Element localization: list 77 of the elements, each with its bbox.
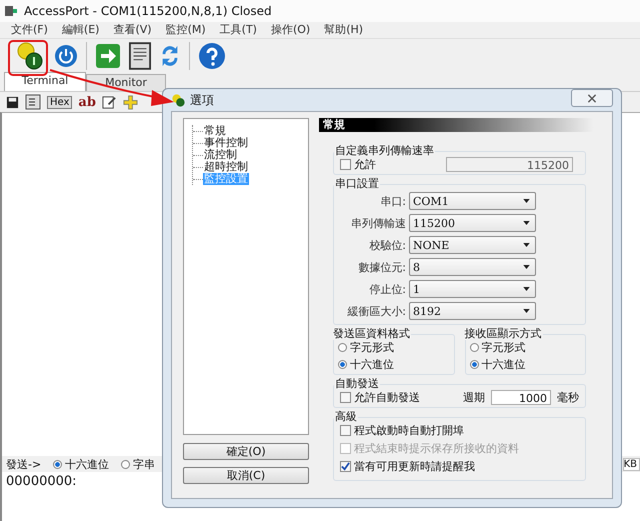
close-button[interactable] xyxy=(571,89,613,107)
ab-button[interactable]: ab xyxy=(78,94,96,110)
hex-button[interactable]: Hex xyxy=(47,96,72,108)
checkbox-option[interactable]: 允許 xyxy=(340,157,376,172)
dropdown-arrow-icon xyxy=(523,221,530,225)
radio-option[interactable]: 字元形式 xyxy=(338,340,448,355)
tree-line xyxy=(193,142,203,144)
tree-item[interactable]: 常規 xyxy=(203,125,227,137)
group-title: 自定義串列傳輸速率 xyxy=(334,145,435,157)
tree-line xyxy=(193,130,203,132)
checkbox-option[interactable]: 允許自動發送 xyxy=(340,390,420,405)
group-title: 串口設置 xyxy=(334,178,380,190)
power-icon[interactable] xyxy=(54,44,78,68)
dropdown-arrow-icon xyxy=(523,309,530,313)
tree-item[interactable]: 流控制 xyxy=(203,149,238,161)
group-title: 高級 xyxy=(334,411,358,423)
menu-item[interactable]: 工具(T) xyxy=(212,22,264,38)
field-label: 校驗位: xyxy=(368,238,406,252)
radio-option[interactable]: 十六進位 xyxy=(470,357,579,372)
edit-icon[interactable] xyxy=(102,94,117,110)
menu-item[interactable]: 操作(O) xyxy=(264,22,318,38)
tree-line xyxy=(193,166,203,168)
group-title: 發送區資料格式 xyxy=(332,328,411,340)
save-icon[interactable] xyxy=(6,96,19,108)
close-icon xyxy=(587,94,597,102)
tab[interactable]: Monitor xyxy=(86,74,166,91)
section-header: 常規 xyxy=(319,118,594,132)
tree-item[interactable]: 事件控制 xyxy=(203,137,249,149)
period-label: 週期 xyxy=(463,390,485,405)
group-title: 接收區顯示方式 xyxy=(464,328,542,340)
list-icon[interactable] xyxy=(25,94,41,110)
checkbox-option[interactable]: 當有可用更新時請提醒我 xyxy=(340,459,579,474)
send-label: 發送-> xyxy=(6,456,42,472)
checkbox-option[interactable]: 程式啟動時自動打開埠 xyxy=(340,423,579,438)
field-label: 緩衝區大小: xyxy=(346,304,406,318)
dialog-button[interactable]: 確定(O) xyxy=(183,443,309,460)
tab[interactable]: Terminal xyxy=(4,72,86,91)
menu-item[interactable]: 查看(V) xyxy=(106,22,159,38)
dialog-button[interactable]: 取消(C) xyxy=(183,467,309,484)
window-title: AccessPort - COM1(115200,N,8,1) Closed xyxy=(24,4,272,18)
dropdown[interactable]: COM1 xyxy=(409,192,536,210)
radio-option[interactable]: 字串 xyxy=(121,456,156,472)
tree-item[interactable]: 超時控制 xyxy=(203,161,249,173)
dropdown[interactable]: 8192 xyxy=(409,302,536,320)
menu-item[interactable]: 幫助(H) xyxy=(317,22,370,38)
unit-label: 毫秒 xyxy=(557,390,579,405)
dropdown[interactable]: NONE xyxy=(409,236,536,254)
menu-item[interactable]: 監控(M) xyxy=(158,22,213,38)
size-unit: KB xyxy=(622,458,640,470)
menu-item[interactable]: 文件(F) xyxy=(4,22,55,38)
menu-item[interactable]: 編輯(E) xyxy=(54,22,106,38)
field-label: 串列傳輸速 xyxy=(350,216,406,230)
check-icon xyxy=(341,462,350,471)
field-label: 串口: xyxy=(379,194,406,208)
help-icon[interactable] xyxy=(198,42,226,70)
field-label: 停止位: xyxy=(368,282,406,296)
group-title: 自動發送 xyxy=(334,378,380,390)
tree-line xyxy=(193,154,203,156)
arrow-right-icon[interactable] xyxy=(95,43,121,69)
plus-icon[interactable] xyxy=(122,94,138,110)
dropdown-arrow-icon xyxy=(523,199,530,203)
highlight-frame xyxy=(8,40,48,76)
dropdown-arrow-icon xyxy=(523,265,530,269)
dialog-title: 選項 xyxy=(190,92,214,108)
field-label: 數據位元: xyxy=(357,260,406,274)
dropdown[interactable]: 8 xyxy=(409,258,536,276)
dropdown-arrow-icon xyxy=(523,287,530,291)
document-icon[interactable] xyxy=(129,42,151,70)
radio-option[interactable]: 十六進位 xyxy=(53,456,110,472)
radio-option[interactable]: 字元形式 xyxy=(470,340,579,355)
radio-option[interactable]: 十六進位 xyxy=(338,357,448,372)
app-icon xyxy=(4,4,18,18)
hex-offset: 00000000: xyxy=(6,474,77,489)
dropdown[interactable]: 1 xyxy=(409,280,536,298)
period-field[interactable]: 1000 xyxy=(491,390,551,405)
dropdown[interactable]: 115200 xyxy=(409,214,536,232)
dropdown-arrow-icon xyxy=(523,243,530,247)
